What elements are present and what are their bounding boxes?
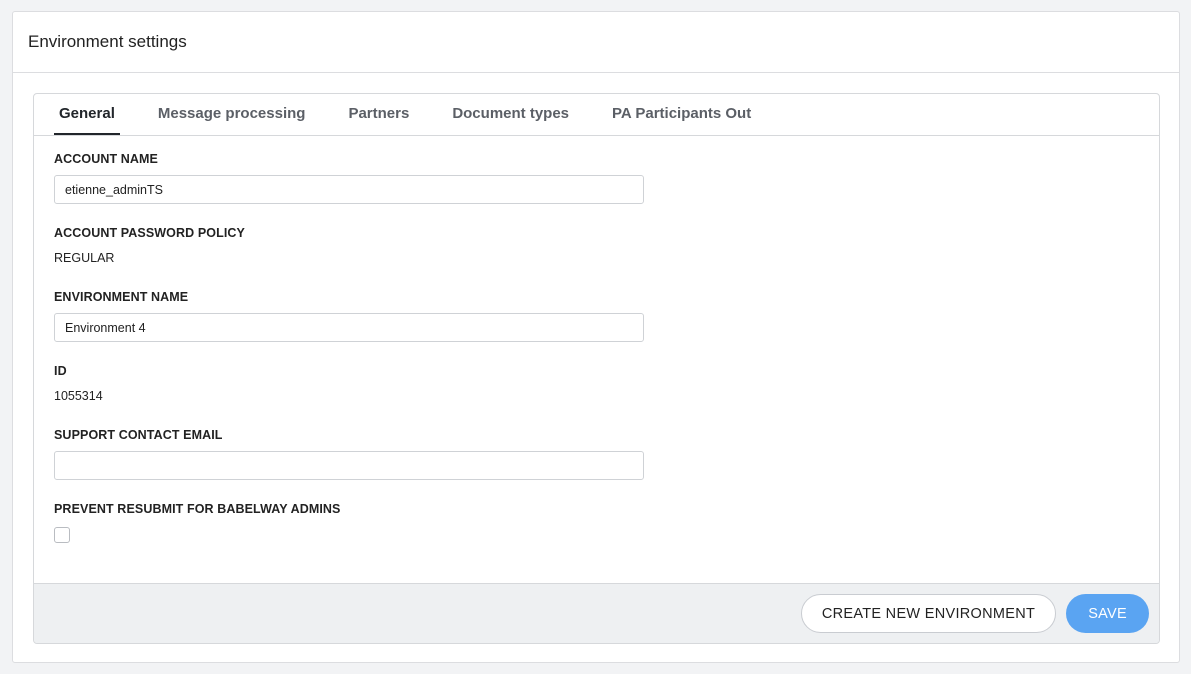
prevent-resubmit-group: PREVENT RESUBMIT FOR BABELWAY ADMINS — [54, 502, 1139, 543]
tab-general[interactable]: General — [54, 94, 120, 135]
environment-name-label: ENVIRONMENT NAME — [54, 290, 189, 304]
general-form: ACCOUNT NAME ACCOUNT PASSWORD POLICY REG… — [34, 136, 1159, 543]
tab-partners[interactable]: Partners — [343, 94, 414, 135]
support-email-input[interactable] — [54, 451, 644, 480]
environment-name-group: ENVIRONMENT NAME — [54, 290, 1139, 342]
environment-settings-panel: Environment settings General Message pro… — [12, 11, 1180, 663]
prevent-resubmit-checkbox[interactable] — [54, 527, 70, 543]
password-policy-group: ACCOUNT PASSWORD POLICY REGULAR — [54, 226, 1139, 265]
id-group: ID 1055314 — [54, 364, 1139, 403]
support-email-label: SUPPORT CONTACT EMAIL — [54, 428, 223, 442]
tab-bar: General Message processing Partners Docu… — [34, 94, 1159, 136]
password-policy-value: REGULAR — [54, 251, 115, 265]
account-name-input[interactable] — [54, 175, 644, 204]
account-name-group: ACCOUNT NAME — [54, 152, 1139, 204]
account-name-label: ACCOUNT NAME — [54, 152, 158, 166]
password-policy-label: ACCOUNT PASSWORD POLICY — [54, 226, 245, 240]
save-button[interactable]: SAVE — [1066, 594, 1149, 633]
tab-document-types[interactable]: Document types — [447, 94, 574, 135]
panel-header: Environment settings — [13, 12, 1179, 73]
settings-card: General Message processing Partners Docu… — [33, 93, 1160, 644]
id-label: ID — [54, 364, 67, 378]
page-title: Environment settings — [28, 32, 187, 51]
support-email-group: SUPPORT CONTACT EMAIL — [54, 428, 1139, 480]
id-value: 1055314 — [54, 389, 103, 403]
card-footer: CREATE NEW ENVIRONMENT SAVE — [34, 583, 1159, 643]
prevent-resubmit-label: PREVENT RESUBMIT FOR BABELWAY ADMINS — [54, 502, 341, 516]
create-new-environment-button[interactable]: CREATE NEW ENVIRONMENT — [800, 594, 1057, 633]
tab-message-processing[interactable]: Message processing — [153, 94, 311, 135]
environment-name-input[interactable] — [54, 313, 644, 342]
tab-pa-participants-out[interactable]: PA Participants Out — [607, 94, 756, 135]
